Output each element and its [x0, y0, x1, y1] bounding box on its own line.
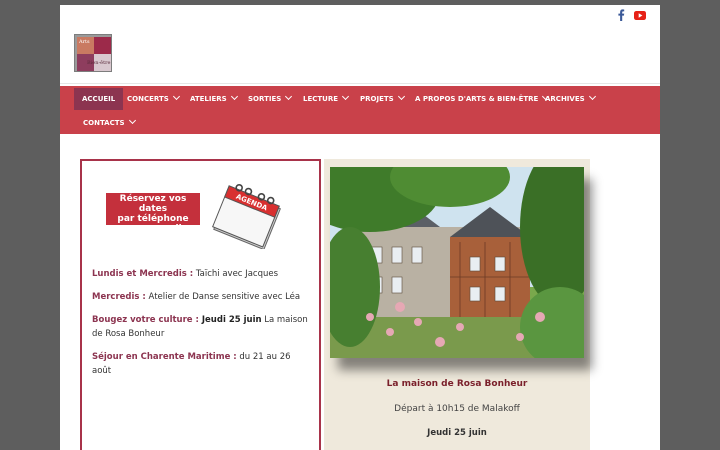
main-navigation: ACCUEIL CONCERTS ATELIERS SORTIES LECTUR…: [60, 86, 660, 134]
nav-item-sorties[interactable]: SORTIES: [240, 88, 299, 110]
nav-item-label: ARCHIVES: [545, 95, 585, 103]
nav-item-accueil[interactable]: ACCUEIL: [74, 88, 124, 110]
agenda-panel: Réservez vos dates par téléphone ou par …: [80, 159, 321, 450]
nav-item-label: PROJETS: [360, 95, 394, 103]
nav-item-label: CONTACTS: [83, 119, 125, 127]
youtube-icon[interactable]: [633, 8, 647, 22]
featured-date: Jeudi 25 juin: [427, 428, 487, 438]
chevron-down-icon: [285, 92, 293, 101]
agenda-item-date: Jeudi 25 juin: [198, 315, 262, 325]
chevron-down-icon: [128, 116, 136, 125]
agenda-calendar-icon: AGENDA: [212, 183, 281, 249]
banner-line: ou par mail: [124, 224, 182, 234]
agenda-item-label: Mercredis :: [92, 292, 146, 302]
nav-item-archives[interactable]: ARCHIVES: [537, 88, 603, 110]
banner-line: Réservez vos dates: [119, 194, 187, 214]
header-divider: [60, 83, 660, 84]
featured-departure: Départ à 10h15 de Malakoff: [394, 404, 520, 414]
chevron-down-icon: [341, 92, 350, 101]
rosa-bonheur-house-photo[interactable]: [330, 167, 584, 358]
logo-text-arts: Arts: [79, 39, 90, 45]
agenda-item-text: Atelier de Danse sensitive avec Léa: [145, 292, 301, 302]
chevron-down-icon: [397, 92, 405, 101]
nav-item-concerts[interactable]: CONCERTS: [119, 88, 187, 110]
nav-item-projets[interactable]: PROJETS: [352, 88, 412, 110]
agenda-item: Mercredis : Atelier de Danse sensitive a…: [92, 290, 312, 304]
banner-line: par téléphone: [117, 214, 189, 224]
featured-title: La maison de Rosa Bonheur: [386, 379, 528, 389]
agenda-item-label: Lundis et Mercredis :: [92, 269, 194, 279]
agenda-item: Lundis et Mercredis : Taïchi avec Jacque…: [92, 267, 312, 281]
top-bar: [60, 5, 660, 25]
nav-item-a-propos[interactable]: A PROPOS D'ARTS & BIEN-ÊTRE: [407, 88, 556, 110]
nav-item-label: LECTURE: [303, 95, 339, 103]
agenda-item: Séjour en Charente Maritime : du 21 au 2…: [92, 350, 312, 378]
nav-item-label: SORTIES: [248, 95, 282, 103]
chevron-down-icon: [230, 92, 238, 101]
nav-item-contacts[interactable]: CONTACTS: [75, 112, 143, 134]
agenda-item: Bougez votre culture : Jeudi 25 juin La …: [92, 313, 312, 341]
nav-item-ateliers[interactable]: ATELIERS: [182, 88, 245, 110]
nav-item-label: CONCERTS: [127, 95, 169, 103]
agenda-item-label: Séjour en Charente Maritime :: [92, 352, 237, 362]
logo-square: [94, 37, 111, 54]
logo-text-bien-etre: Bien-être: [87, 60, 111, 66]
chevron-down-icon: [588, 92, 596, 101]
featured-outing: La maison de Rosa Bonheur Départ à 10h15…: [324, 159, 590, 450]
nav-item-label: ACCUEIL: [82, 95, 116, 103]
agenda-item-label: Bougez votre culture :: [92, 315, 199, 325]
page: Arts Bien-être ACCUEIL CONCERTS ATELIERS…: [60, 5, 660, 450]
facebook-icon[interactable]: [614, 8, 628, 22]
nav-item-label: A PROPOS D'ARTS & BIEN-ÊTRE: [415, 95, 539, 103]
site-logo[interactable]: Arts Bien-être: [74, 34, 112, 72]
agenda-item-text: Taïchi avec Jacques: [193, 269, 279, 279]
nav-item-lecture[interactable]: LECTURE: [295, 88, 356, 110]
reservation-banner: Réservez vos dates par téléphone ou par …: [106, 193, 200, 234]
nav-item-label: ATELIERS: [190, 95, 227, 103]
chevron-down-icon: [172, 92, 180, 101]
